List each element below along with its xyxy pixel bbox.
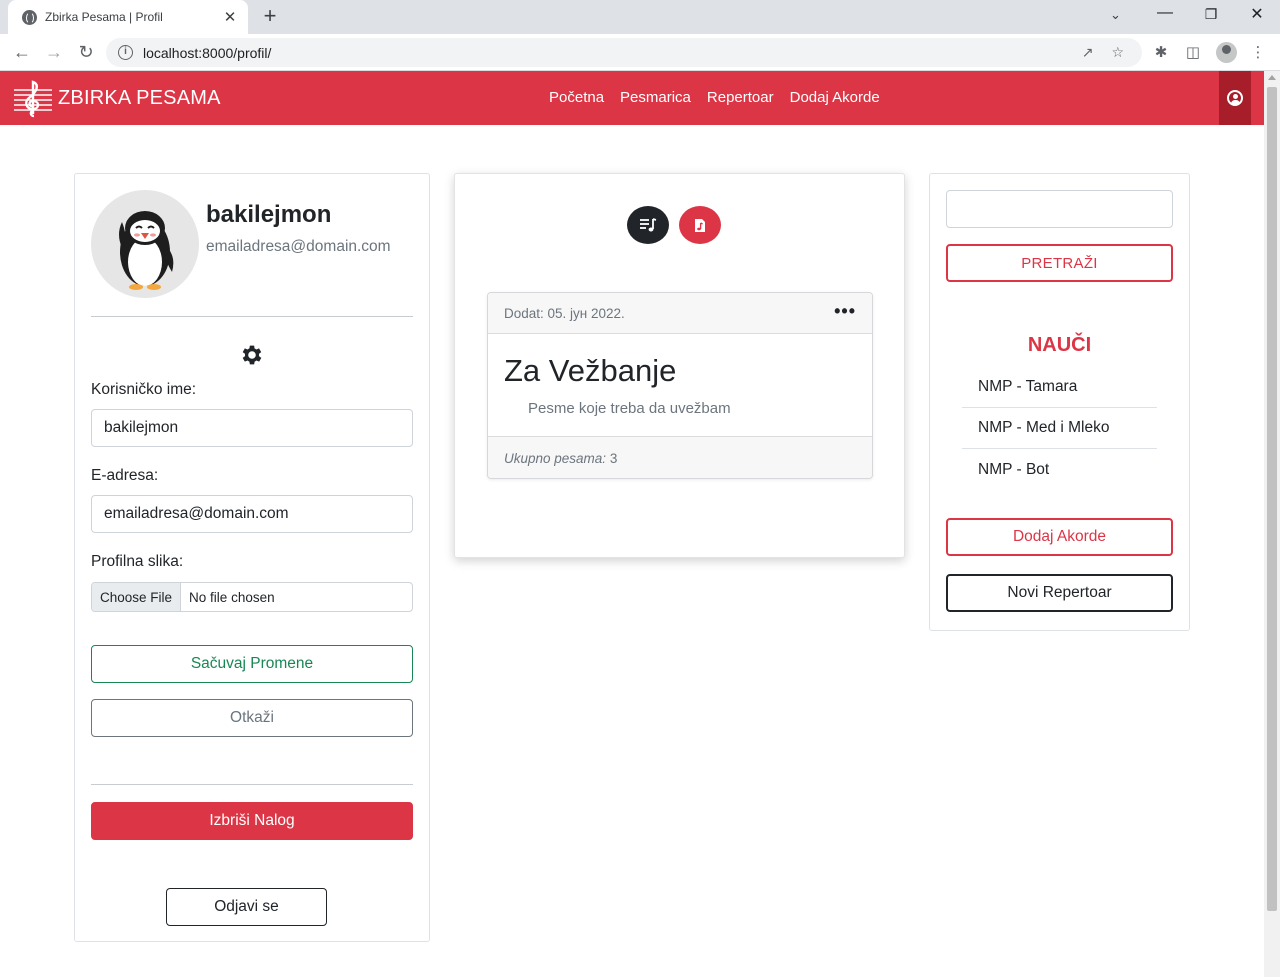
username-label: Korisničko ime:	[91, 381, 197, 398]
search-button[interactable]: PRETRAŽI	[946, 244, 1173, 282]
repertoire-date: Dodat: 05. јун 2022.	[504, 306, 625, 321]
profile-email: emailadresa@domain.com	[206, 238, 391, 255]
treble-clef-logo-icon	[14, 80, 52, 118]
main-nav: Početna Pesmarica Repertoar Dodaj Akorde	[549, 89, 880, 106]
new-repertoire-button[interactable]: Novi Repertoar	[946, 574, 1173, 612]
brand-name: ZBIRKA PESAMA	[58, 86, 221, 109]
list-item[interactable]: NMP - Med i Mleko	[962, 408, 1157, 449]
profile-card: bakilejmon emailadresa@domain.com Korisn…	[74, 173, 430, 942]
playlist-music-icon	[640, 218, 657, 232]
info-icon[interactable]: i	[118, 45, 133, 60]
minimize-icon[interactable]: —	[1153, 4, 1177, 22]
reload-icon[interactable]: ↻	[75, 41, 97, 63]
share-icon[interactable]: ↗	[1082, 44, 1094, 61]
search-input[interactable]	[946, 190, 1173, 228]
file-music-icon	[695, 218, 705, 232]
scroll-up-icon[interactable]	[1268, 75, 1276, 80]
add-chords-button[interactable]: Dodaj Akorde	[946, 518, 1173, 556]
nav-link-pocetna[interactable]: Početna	[549, 89, 604, 106]
sidebar-card: PRETRAŽI NAUČI NMP - Tamara NMP - Med i …	[929, 173, 1190, 631]
forward-icon[interactable]: →	[43, 41, 65, 63]
save-changes-button[interactable]: Sačuvaj Promene	[91, 645, 413, 683]
logout-button[interactable]: Odjavi se	[166, 888, 327, 926]
bookmark-star-icon[interactable]: ☆	[1111, 44, 1124, 61]
address-bar[interactable]: i localhost:8000/profil/ ↗ ☆	[106, 38, 1142, 67]
nav-link-repertoar[interactable]: Repertoar	[707, 89, 774, 106]
avatar	[91, 190, 199, 298]
repertoire-description: Pesme koje treba da uvežbam	[528, 400, 731, 417]
tab-title: Zbirka Pesama | Profil	[45, 10, 163, 24]
browser-tab[interactable]: Zbirka Pesama | Profil ✕	[8, 0, 248, 34]
gear-icon[interactable]	[239, 342, 265, 368]
nav-link-pesmarica[interactable]: Pesmarica	[620, 89, 691, 106]
song-count-value: 3	[609, 451, 618, 466]
music-file-button[interactable]	[679, 206, 721, 244]
song-count: Ukupno pesama: 3	[504, 451, 617, 466]
new-tab-button[interactable]: +	[258, 5, 282, 27]
no-file-text: No file chosen	[189, 589, 275, 605]
profile-picture-label: Profilna slika:	[91, 553, 184, 570]
list-item[interactable]: NMP - Tamara	[962, 367, 1157, 408]
song-count-label: Ukupno pesama:	[504, 451, 607, 466]
extensions-icon[interactable]: ✱	[1151, 43, 1171, 61]
learn-title: NAUČI	[1027, 334, 1092, 356]
divider	[91, 316, 413, 317]
choose-file-button[interactable]: Choose File	[92, 583, 182, 611]
cancel-button[interactable]: Otkaži	[91, 699, 413, 737]
penguin-avatar-icon	[119, 211, 174, 290]
divider	[91, 784, 413, 785]
repertoire-title[interactable]: Za Vežbanje	[504, 353, 676, 389]
username-input[interactable]: bakilejmon	[91, 409, 413, 447]
profile-username: bakilejmon	[206, 201, 332, 228]
browser-tabstrip: Zbirka Pesama | Profil ✕ + ⌄ — ❐ ✕	[0, 0, 1280, 34]
site-navbar: ZBIRKA PESAMA Početna Pesmarica Repertoa…	[0, 71, 1264, 125]
user-menu-button[interactable]	[1219, 71, 1251, 125]
side-panel-icon[interactable]: ◫	[1183, 43, 1203, 61]
nav-link-dodaj-akorde[interactable]: Dodaj Akorde	[790, 89, 880, 106]
delete-account-button[interactable]: Izbriši Nalog	[91, 802, 413, 840]
profile-picture-file-input[interactable]: Choose File No file chosen	[91, 582, 413, 612]
browser-toolbar: ← → ↻ i localhost:8000/profil/ ↗ ☆ ✱ ◫ ⋮	[0, 34, 1280, 71]
chevron-down-icon[interactable]: ⌄	[1110, 7, 1121, 23]
browser-profile-icon[interactable]	[1216, 42, 1237, 63]
globe-icon	[22, 9, 37, 25]
scrollbar-thumb[interactable]	[1267, 87, 1277, 911]
repertoire-card[interactable]: Dodat: 05. јун 2022. ••• Za Vežbanje Pes…	[487, 292, 873, 479]
close-tab-icon[interactable]: ✕	[222, 8, 238, 26]
repertoire-card-footer: Ukupno pesama: 3	[488, 436, 872, 478]
back-icon[interactable]: ←	[11, 41, 33, 63]
email-input[interactable]: emailadresa@domain.com	[91, 495, 413, 533]
brand[interactable]: ZBIRKA PESAMA	[12, 78, 221, 118]
email-label: E-adresa:	[91, 467, 159, 484]
repertoire-card-header: Dodat: 05. јун 2022. •••	[488, 293, 872, 334]
page-scrollbar[interactable]	[1264, 71, 1280, 977]
page-viewport: ZBIRKA PESAMA Početna Pesmarica Repertoa…	[0, 71, 1264, 977]
learn-list: NMP - Tamara NMP - Med i Mleko NMP - Bot	[962, 367, 1157, 490]
url-text[interactable]: localhost:8000/profil/	[143, 45, 1082, 61]
restore-icon[interactable]: ❐	[1199, 6, 1223, 23]
playlist-button[interactable]	[627, 206, 669, 244]
list-item[interactable]: NMP - Bot	[962, 449, 1157, 490]
repertoire-panel: Dodat: 05. јун 2022. ••• Za Vežbanje Pes…	[454, 173, 905, 558]
user-circle-icon	[1227, 90, 1243, 106]
more-options-icon[interactable]: •••	[834, 301, 856, 322]
close-window-icon[interactable]: ✕	[1245, 4, 1269, 24]
menu-kebab-icon[interactable]: ⋮	[1248, 43, 1268, 61]
